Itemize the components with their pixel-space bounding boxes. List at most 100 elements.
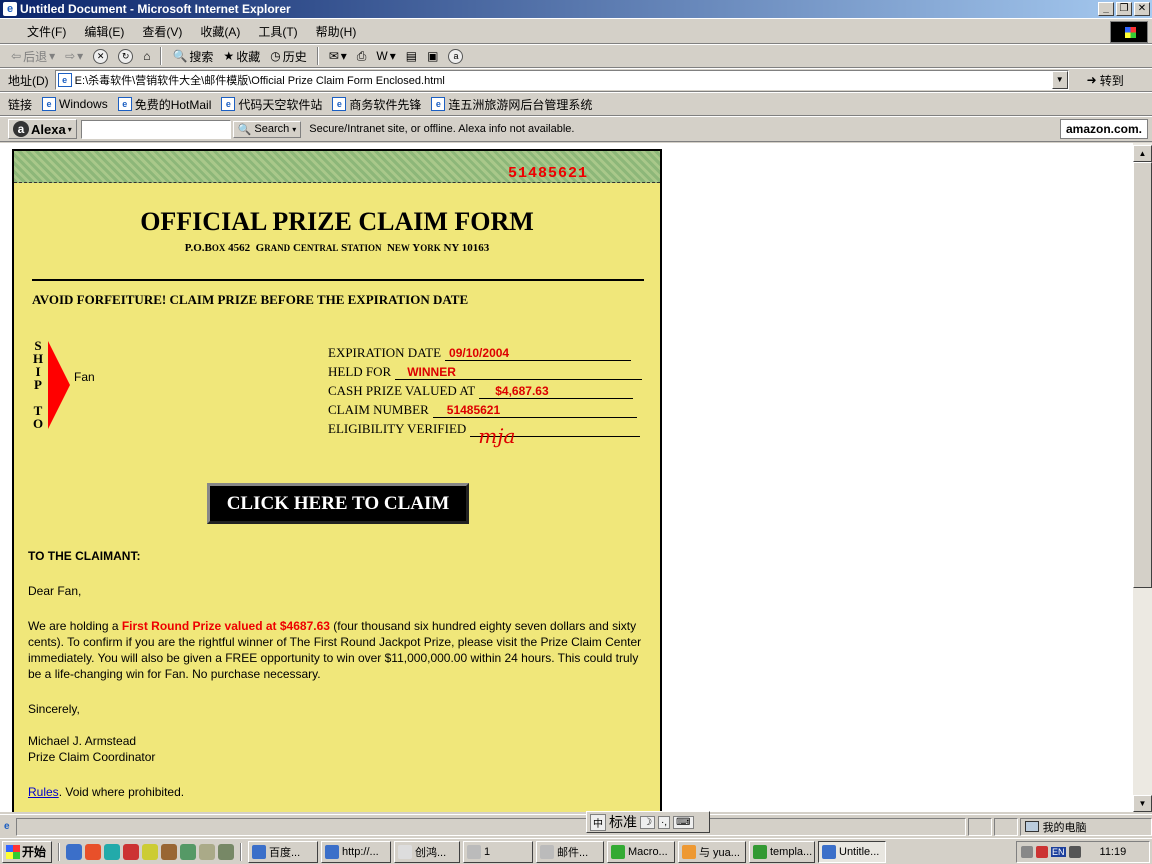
- task-mail[interactable]: 邮件...: [536, 840, 604, 863]
- ie-page-icon: e: [42, 97, 57, 111]
- ie-page-icon: e: [117, 97, 132, 111]
- macromedia-icon: [611, 844, 625, 859]
- refresh-button[interactable]: ↻: [115, 48, 136, 64]
- word-icon: W: [376, 49, 388, 63]
- amazon-button[interactable]: amazon.com.: [1059, 119, 1148, 139]
- history-button[interactable]: ◷ 历史: [267, 48, 310, 65]
- form-title: OFFICIAL PRIZE CLAIM FORM: [140, 207, 534, 236]
- menu-file[interactable]: 文件(F): [18, 23, 75, 40]
- player-quicklaunch-icon[interactable]: [161, 843, 177, 860]
- address-input[interactable]: e E:\杀毒软件\营销软件大全\邮件模版\Official Prize Cla…: [54, 70, 1069, 90]
- window-title: Untitled Document - Microsoft Internet E…: [20, 2, 291, 16]
- zone-label: 我的电脑: [1042, 821, 1087, 834]
- ship-arrow-icon: [48, 341, 70, 429]
- rules-line: Rules. Void where prohibited.: [28, 785, 185, 799]
- qq-quicklaunch-icon[interactable]: [85, 843, 101, 860]
- ime-bar[interactable]: 中 标准 ☽ ·, ⌨: [586, 811, 710, 833]
- alexa-toolbar: a Alexa ▾ 🔍 Search ▾ Secure/Intranet site, o…: [0, 116, 1152, 142]
- task-chat[interactable]: 与 yua...: [678, 840, 746, 863]
- keyboard-icon[interactable]: ⌨: [673, 815, 694, 829]
- menu-help[interactable]: 帮助(H): [307, 23, 366, 40]
- app-quicklaunch-icon[interactable]: [123, 843, 139, 860]
- scroll-thumb[interactable]: [1133, 162, 1152, 588]
- link-windows[interactable]: e Windows: [42, 97, 108, 111]
- forfeiture-warning: AVOID FORFEITURE! CLAIM PRIZE BEFORE THE…: [32, 292, 469, 307]
- menu-edit[interactable]: 编辑(E): [75, 23, 133, 40]
- task-search-1[interactable]: 1: [463, 840, 533, 863]
- field-eligibility: ELIGIBILITY VERIFIED mja: [328, 421, 641, 448]
- task-baidu[interactable]: 百度...: [248, 840, 318, 863]
- close-button[interactable]: ✕: [1134, 2, 1150, 16]
- restore-button[interactable]: ❐: [1116, 2, 1132, 16]
- task-untitled[interactable]: Untitle...: [818, 840, 886, 863]
- half-width-icon[interactable]: ☽: [640, 815, 655, 829]
- task-macromedia[interactable]: Macro...: [607, 840, 675, 863]
- task-http[interactable]: http://...: [321, 840, 391, 863]
- menu-favorites[interactable]: 收藏(A): [191, 23, 249, 40]
- tool-quicklaunch-icon[interactable]: [142, 843, 158, 860]
- search-icon: 🔍: [172, 49, 188, 63]
- search-button[interactable]: 🔍 搜索: [169, 48, 216, 65]
- network-icon[interactable]: [1021, 846, 1033, 858]
- address-label: 地址(D): [8, 73, 49, 88]
- menu-tools[interactable]: 工具(T): [249, 23, 306, 40]
- language-indicator[interactable]: EN: [1051, 847, 1066, 857]
- ship-to-label: SHIPTO: [32, 338, 44, 431]
- scroll-down-button[interactable]: ▼: [1133, 795, 1152, 812]
- link-business-software[interactable]: e 商务软件先锋: [332, 96, 421, 113]
- home-button[interactable]: ⌂: [140, 49, 153, 63]
- folder-search-icon: [540, 844, 554, 859]
- task-template[interactable]: templa...: [749, 840, 815, 863]
- address-dropdown-button[interactable]: ▼: [1051, 71, 1068, 89]
- clock: 11:19: [1099, 846, 1127, 858]
- mail-button[interactable]: ✉ ▾: [326, 49, 350, 63]
- messenger-button[interactable]: a: [445, 48, 466, 64]
- back-button[interactable]: ⇦ 后退 ▾: [8, 48, 58, 65]
- edit-button[interactable]: W ▾: [373, 49, 398, 63]
- ime-mode[interactable]: 标准: [609, 812, 637, 832]
- go-button[interactable]: ➜ 转到: [1087, 72, 1124, 89]
- address-url: E:\杀毒软件\营销软件大全\邮件模版\Official Prize Claim…: [74, 75, 445, 87]
- punctuation-icon[interactable]: ·,: [657, 815, 671, 829]
- menu-bar: 文件(F) 编辑(E) 查看(V) 收藏(A) 工具(T) 帮助(H): [0, 18, 1152, 44]
- back-arrow-icon: ⇦: [11, 49, 22, 63]
- held-for-value: WINNER: [407, 365, 456, 379]
- link-travel-admin[interactable]: e 连五洲旅游网后台管理系统: [431, 96, 592, 113]
- search-window-icon: [467, 844, 481, 859]
- stop-button[interactable]: ✕: [90, 48, 111, 64]
- discuss-button[interactable]: ▤: [403, 49, 420, 63]
- ie-quicklaunch-icon[interactable]: [66, 843, 82, 860]
- template-icon: [753, 844, 767, 859]
- forward-button[interactable]: ⇨ ▾: [62, 49, 86, 63]
- link-software-sky[interactable]: e 代码天空软件站: [221, 96, 322, 113]
- notes-quicklaunch-icon[interactable]: [199, 843, 215, 860]
- claim-button[interactable]: CLICK HERE TO CLAIM: [207, 483, 469, 524]
- page-content: 51485621 OFFICIAL PRIZE CLAIM FORM P.O.B…: [0, 143, 1133, 812]
- favorites-button[interactable]: ★ 收藏: [220, 48, 263, 65]
- signer-name: Michael J. Armstead: [28, 734, 137, 748]
- research-button[interactable]: ▣: [424, 49, 441, 63]
- alexa-search-button[interactable]: 🔍 Search ▾: [232, 120, 302, 138]
- messenger-icon: a: [448, 48, 464, 64]
- vertical-scrollbar[interactable]: ▲ ▼: [1133, 143, 1152, 812]
- recipient-name: Fan: [74, 370, 95, 384]
- misc-quicklaunch-icon[interactable]: [218, 843, 234, 860]
- task-chuanghong[interactable]: 创鸿...: [394, 840, 460, 863]
- minimize-button[interactable]: _: [1098, 2, 1114, 16]
- ie-icon: [252, 844, 266, 859]
- link-hotmail[interactable]: e 免费的HotMail: [117, 96, 211, 113]
- network-quicklaunch-icon[interactable]: [180, 843, 196, 860]
- scroll-up-button[interactable]: ▲: [1133, 145, 1152, 162]
- menu-view[interactable]: 查看(V): [133, 23, 191, 40]
- alexa-button[interactable]: a Alexa ▾: [8, 119, 77, 139]
- start-button[interactable]: 开始: [2, 840, 52, 863]
- ie-icon: [325, 844, 339, 859]
- alexa-search-input[interactable]: [80, 119, 231, 139]
- page-status-icon: e: [4, 821, 10, 832]
- volume-icon[interactable]: [1068, 846, 1081, 858]
- print-button[interactable]: ⎙: [354, 49, 370, 64]
- desktop-quicklaunch-icon[interactable]: [104, 843, 120, 860]
- rules-link[interactable]: Rules: [28, 785, 59, 799]
- antivirus-icon[interactable]: [1036, 846, 1048, 858]
- favorites-icon: ★: [223, 49, 235, 63]
